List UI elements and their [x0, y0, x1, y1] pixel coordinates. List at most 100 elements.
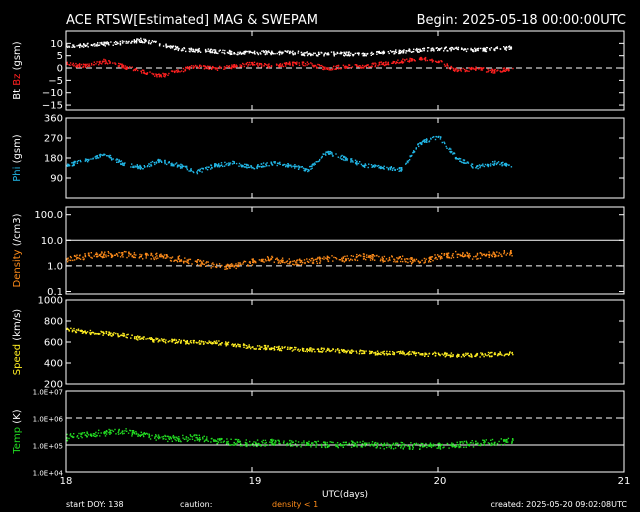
- data-point: [505, 46, 508, 48]
- data-point: [450, 65, 452, 68]
- data-point: [226, 65, 228, 67]
- data-point: [202, 263, 204, 265]
- data-point: [404, 354, 406, 356]
- data-point: [154, 75, 156, 77]
- data-point: [174, 342, 176, 344]
- data-point: [491, 438, 494, 441]
- data-point: [88, 255, 91, 257]
- data-point: [316, 262, 319, 265]
- data-point: [380, 258, 382, 260]
- data-point: [110, 41, 112, 43]
- data-point: [260, 260, 262, 262]
- data-point: [265, 51, 268, 54]
- data-point: [301, 61, 304, 63]
- data-point: [371, 441, 374, 443]
- data-point: [375, 447, 377, 449]
- data-point: [320, 51, 322, 54]
- data-point: [86, 431, 88, 433]
- data-point: [467, 444, 469, 446]
- data-point: [491, 351, 493, 354]
- data-point: [365, 164, 367, 166]
- data-point: [289, 261, 291, 263]
- data-point: [331, 441, 333, 443]
- data-point: [346, 255, 348, 257]
- data-point: [391, 255, 393, 257]
- data-point: [320, 347, 323, 349]
- data-point: [243, 65, 246, 68]
- data-point: [419, 58, 421, 60]
- data-point: [88, 63, 90, 65]
- data-point: [440, 60, 442, 62]
- data-point: [489, 49, 491, 51]
- data-point: [350, 161, 352, 163]
- data-point: [185, 50, 187, 53]
- data-point: [269, 348, 271, 350]
- data-point: [157, 257, 159, 259]
- data-point: [142, 258, 144, 260]
- data-point: [232, 264, 234, 266]
- data-point: [274, 161, 276, 163]
- data-point: [154, 436, 156, 438]
- data-point: [108, 60, 110, 62]
- data-point: [210, 342, 212, 344]
- data-point: [439, 258, 442, 260]
- data-point: [99, 333, 101, 335]
- data-point: [121, 40, 124, 42]
- data-point: [413, 443, 416, 445]
- data-point: [289, 164, 291, 167]
- data-point: [485, 50, 488, 53]
- data-point: [247, 63, 250, 66]
- data-point: [79, 258, 82, 260]
- data-point: [163, 254, 166, 256]
- data-point: [131, 163, 133, 165]
- data-point: [377, 352, 380, 354]
- data-point: [208, 166, 210, 168]
- data-point: [82, 46, 85, 48]
- data-point: [402, 447, 404, 449]
- data-point: [179, 165, 182, 168]
- data-point: [210, 441, 212, 443]
- data-point: [272, 53, 275, 55]
- data-point: [172, 436, 174, 438]
- data-point: [93, 43, 95, 45]
- data-point: [310, 257, 313, 260]
- data-point: [259, 62, 261, 65]
- data-point: [367, 256, 370, 258]
- data-point: [74, 254, 76, 257]
- y-tick-label: 400: [44, 359, 63, 370]
- data-point: [313, 64, 315, 67]
- data-point: [120, 252, 122, 254]
- data-point: [124, 162, 126, 164]
- y-tick-label: 5: [57, 51, 63, 62]
- data-point: [76, 254, 78, 256]
- data-point: [498, 440, 500, 443]
- data-point: [372, 165, 374, 168]
- data-point: [464, 48, 466, 50]
- data-point: [210, 267, 212, 269]
- data-point: [374, 165, 376, 167]
- data-point: [492, 444, 494, 446]
- data-point: [81, 332, 84, 334]
- data-point: [169, 257, 171, 259]
- data-point: [351, 443, 353, 445]
- data-point: [214, 49, 217, 51]
- data-point: [490, 355, 493, 358]
- data-point: [490, 439, 492, 441]
- data-point: [400, 169, 403, 171]
- data-point: [394, 447, 397, 449]
- data-point: [87, 42, 89, 45]
- data-point: [374, 255, 376, 257]
- data-point: [87, 65, 89, 67]
- data-point: [441, 252, 443, 255]
- data-point: [177, 164, 180, 167]
- data-point: [323, 53, 326, 55]
- data-point: [145, 257, 147, 259]
- data-point: [192, 65, 194, 67]
- data-point: [164, 75, 166, 78]
- data-point: [508, 48, 511, 50]
- data-point: [456, 356, 458, 358]
- data-point: [299, 261, 301, 263]
- data-point: [413, 151, 416, 153]
- data-point: [99, 42, 101, 44]
- data-point: [424, 445, 426, 447]
